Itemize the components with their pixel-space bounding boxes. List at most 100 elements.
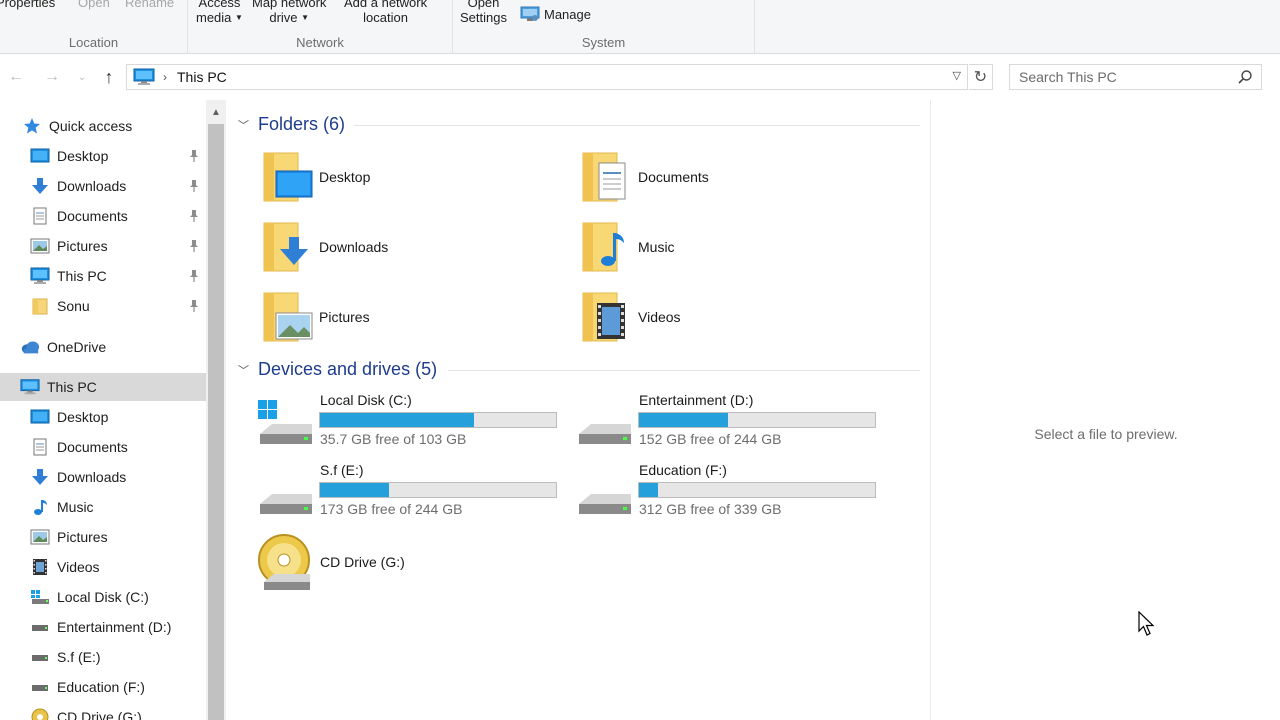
this-pc-icon xyxy=(30,266,50,286)
music-note-icon xyxy=(30,497,50,517)
sidebar-item-quick-access[interactable]: Quick access xyxy=(0,112,206,140)
folder-tile-videos[interactable]: Videos xyxy=(581,287,881,347)
add-network-location-button[interactable]: Add a network location xyxy=(344,0,427,25)
folder-tile-pictures[interactable]: Pictures xyxy=(262,287,562,347)
drive-tile-c[interactable]: Local Disk (C:) 35.7 GB free of 103 GB xyxy=(256,392,566,456)
folder-label: Desktop xyxy=(319,169,371,185)
sidebar-item-pc-desktop[interactable]: Desktop xyxy=(0,403,206,431)
sidebar-item-onedrive[interactable]: OneDrive xyxy=(0,333,206,361)
drive-tile-f[interactable]: Education (F:) 312 GB free of 339 GB xyxy=(575,462,885,526)
folders-header-label: Folders (6) xyxy=(258,114,346,134)
sidebar-item-pc-music[interactable]: Music xyxy=(0,493,206,521)
properties-button[interactable]: Properties xyxy=(0,0,55,10)
sidebar-scrollbar[interactable]: ▲ xyxy=(206,100,226,720)
sidebar-item-this-pc[interactable]: This PC xyxy=(0,373,206,401)
collapse-chevron-icon[interactable]: ﹀ xyxy=(238,362,252,378)
sidebar-item-quick-this-pc[interactable]: This PC xyxy=(0,262,206,290)
sidebar-item-pc-local-disk-c[interactable]: Local Disk (C:) xyxy=(0,583,206,611)
pin-icon[interactable] xyxy=(188,239,200,253)
sidebar-item-label: This PC xyxy=(57,268,107,284)
folder-tile-desktop[interactable]: Desktop xyxy=(262,147,562,207)
sidebar-item-pc-education-f[interactable]: Education (F:) xyxy=(0,673,206,701)
sidebar-item-quick-desktop[interactable]: Desktop xyxy=(0,142,206,170)
hard-drive-icon xyxy=(256,468,314,518)
sidebar-item-label: Documents xyxy=(57,439,128,455)
pin-icon[interactable] xyxy=(188,269,200,283)
hard-drive-icon xyxy=(30,617,50,637)
drive-tile-d[interactable]: Entertainment (D:) 152 GB free of 244 GB xyxy=(575,392,885,456)
refresh-button[interactable]: ↻ xyxy=(969,64,993,90)
sidebar-item-pc-cd-drive-g[interactable]: CD Drive (G:) xyxy=(0,703,206,720)
drive-tile-g[interactable]: CD Drive (G:) xyxy=(256,532,566,596)
content-pane: ﹀ Folders (6) Desktop Documents Download… xyxy=(226,100,930,720)
sidebar-item-pc-videos[interactable]: Videos xyxy=(0,553,206,581)
drive-tile-e[interactable]: S.f (E:) 173 GB free of 244 GB xyxy=(256,462,566,526)
ribbon-group-label-network: Network xyxy=(296,35,344,50)
sidebar-item-label: Local Disk (C:) xyxy=(57,589,149,605)
manage-button[interactable]: Manage xyxy=(520,5,591,23)
map-network-drive-button[interactable]: Map network drive ▼ xyxy=(252,0,326,25)
pin-icon[interactable] xyxy=(188,179,200,193)
ribbon-group-system: Open Settings Manage System xyxy=(453,0,755,54)
collapse-chevron-icon[interactable]: ﹀ xyxy=(238,117,252,133)
back-button[interactable]: ← xyxy=(4,66,28,88)
up-arrow-icon: ↑ xyxy=(104,66,114,87)
pictures-icon xyxy=(30,527,50,547)
recent-locations-button[interactable]: ⌄ xyxy=(70,66,94,88)
sidebar-item-pc-sf-e[interactable]: S.f (E:) xyxy=(0,643,206,671)
sidebar-item-label: Sonu xyxy=(57,298,90,314)
scroll-up-arrow-icon[interactable]: ▲ xyxy=(206,102,226,122)
search-input[interactable]: Search This PC xyxy=(1009,64,1262,90)
sidebar-item-quick-downloads[interactable]: Downloads xyxy=(0,172,206,200)
drive-usage-bar xyxy=(319,482,557,498)
address-dropdown-icon[interactable]: ▽ xyxy=(953,69,961,82)
scrollbar-thumb[interactable] xyxy=(208,124,224,720)
refresh-icon: ↻ xyxy=(973,69,988,86)
open-settings-label-1: Open xyxy=(467,0,500,10)
address-bar[interactable]: › This PC ▽ xyxy=(126,64,968,90)
sidebar-item-quick-documents[interactable]: Documents xyxy=(0,202,206,230)
pin-icon[interactable] xyxy=(188,149,200,163)
folder-tile-music[interactable]: Music xyxy=(581,217,881,277)
back-arrow-icon: ← xyxy=(8,68,24,85)
sidebar-item-label: Desktop xyxy=(57,409,109,425)
up-button[interactable]: ↑ xyxy=(97,66,121,88)
sidebar-item-pc-pictures[interactable]: Pictures xyxy=(0,523,206,551)
folder-tile-documents[interactable]: Documents xyxy=(581,147,881,207)
hard-drive-icon xyxy=(575,468,633,518)
hard-drive-icon xyxy=(30,647,50,667)
hard-drive-icon xyxy=(575,398,633,448)
cd-drive-icon xyxy=(30,707,50,720)
rename-button[interactable]: Rename xyxy=(125,0,174,10)
pin-icon[interactable] xyxy=(188,209,200,223)
open-settings-button[interactable]: Open Settings xyxy=(460,0,507,25)
forward-button[interactable]: → xyxy=(40,66,64,88)
folder-label: Downloads xyxy=(319,239,389,255)
access-media-button[interactable]: Access media ▼ xyxy=(196,0,243,25)
sidebar-item-quick-pictures[interactable]: Pictures xyxy=(0,232,206,260)
breadcrumb-this-pc[interactable]: This PC xyxy=(177,69,227,85)
manage-label: Manage xyxy=(544,6,591,22)
drive-usage-bar xyxy=(319,412,557,428)
drive-name: S.f (E:) xyxy=(320,462,364,478)
sidebar-item-label: Pictures xyxy=(57,238,108,254)
folder-tile-downloads[interactable]: Downloads xyxy=(262,217,562,277)
map-network-drive-label-2: drive xyxy=(269,10,298,25)
drive-name: Local Disk (C:) xyxy=(320,392,412,408)
devices-header-label: Devices and drives (5) xyxy=(258,359,438,379)
pin-icon[interactable] xyxy=(188,299,200,313)
sidebar-item-pc-entertainment-d[interactable]: Entertainment (D:) xyxy=(0,613,206,641)
open-button[interactable]: Open xyxy=(78,0,110,10)
drive-usage-fill xyxy=(320,483,389,497)
add-network-location-label-1: Add a network xyxy=(344,0,428,10)
sidebar-item-pc-documents[interactable]: Documents xyxy=(0,433,206,461)
sidebar-item-label: Pictures xyxy=(57,529,108,545)
sidebar-item-quick-sonu[interactable]: Sonu xyxy=(0,292,206,320)
devices-section-header[interactable]: ﹀ Devices and drives (5) xyxy=(238,359,437,380)
sidebar-item-pc-downloads[interactable]: Downloads xyxy=(0,463,206,491)
desktop-icon xyxy=(30,407,50,427)
downloads-folder-icon xyxy=(262,219,314,275)
preview-message: Select a file to preview. xyxy=(1034,426,1178,442)
drive-usage-fill xyxy=(639,483,658,497)
folders-section-header[interactable]: ﹀ Folders (6) xyxy=(238,114,345,135)
